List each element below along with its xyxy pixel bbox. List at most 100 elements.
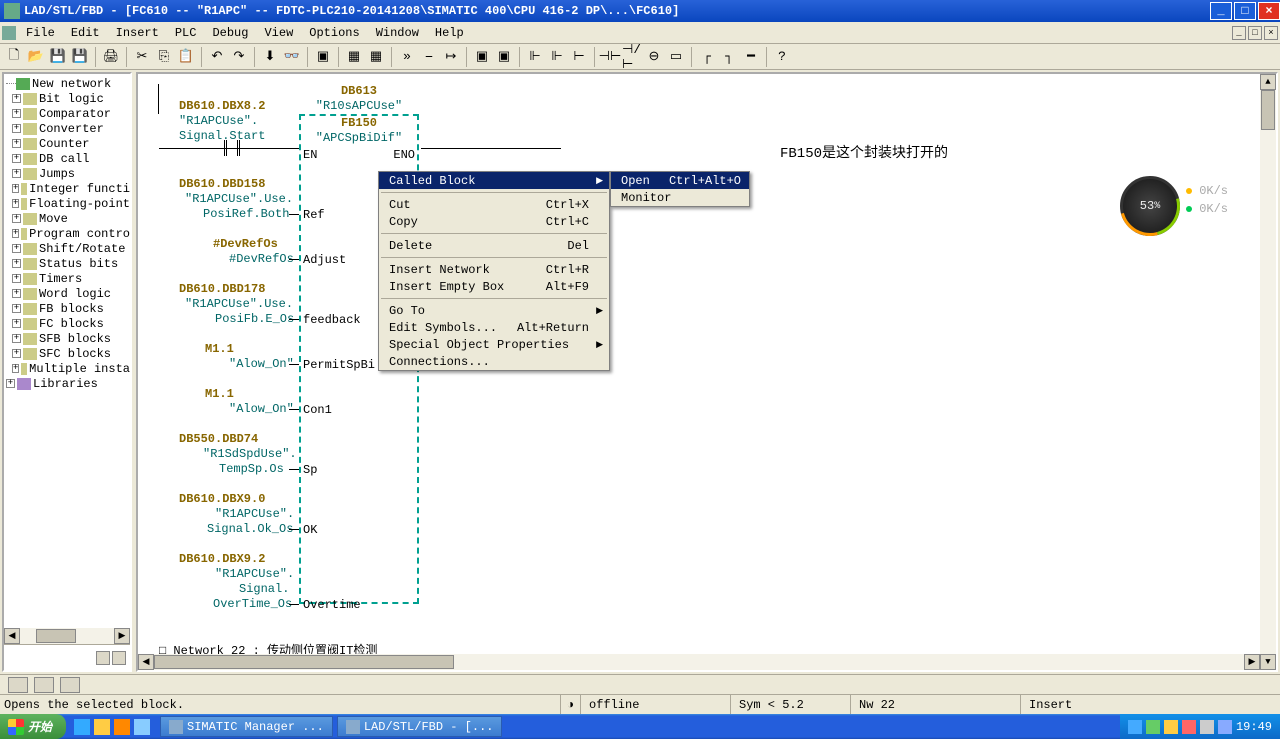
- copy-icon[interactable]: ⎘: [154, 47, 174, 67]
- tree-item[interactable]: DB call: [39, 152, 89, 166]
- expand-icon[interactable]: +: [12, 229, 19, 238]
- menu-goto[interactable]: Go To▶: [379, 302, 609, 319]
- contact-no-icon[interactable]: ⊣⊢: [600, 47, 620, 67]
- download-icon[interactable]: ⬇: [260, 47, 280, 67]
- menu-file[interactable]: File: [18, 24, 63, 42]
- expand-icon[interactable]: +: [12, 244, 21, 253]
- menu-copy[interactable]: CopyCtrl+C: [379, 213, 609, 230]
- menu-view[interactable]: View: [256, 24, 301, 42]
- taskbar-button[interactable]: SIMATIC Manager ...: [160, 716, 333, 737]
- lad-editor[interactable]: DB613 DB610.DBX8.2 "R10sAPCUse" "R1APCUs…: [136, 72, 1278, 672]
- tree-hscroll[interactable]: ◀ ▶: [4, 628, 130, 644]
- tb7-icon[interactable]: ▣: [494, 47, 514, 67]
- tree-item[interactable]: SFB blocks: [39, 332, 111, 346]
- tree-libraries[interactable]: Libraries: [33, 377, 98, 391]
- scroll-right-icon[interactable]: ▶: [1244, 654, 1260, 670]
- menu-options[interactable]: Options: [301, 24, 367, 42]
- tb5-icon[interactable]: ↦: [441, 47, 461, 67]
- tray-icon[interactable]: [1164, 720, 1178, 734]
- expand-icon[interactable]: +: [12, 274, 21, 283]
- paste-icon[interactable]: 📋: [176, 47, 196, 67]
- monitor-icon[interactable]: 👓: [282, 47, 302, 67]
- tray-icon[interactable]: [1218, 720, 1232, 734]
- tree-item[interactable]: Floating-point: [29, 197, 130, 211]
- conn-icon[interactable]: ━: [741, 47, 761, 67]
- menu-window[interactable]: Window: [368, 24, 427, 42]
- tb1-icon[interactable]: ▦: [344, 47, 364, 67]
- scroll-right-icon[interactable]: ▶: [114, 628, 130, 644]
- expand-icon[interactable]: +: [12, 169, 21, 178]
- view-tab-icon[interactable]: [8, 677, 28, 693]
- close-button[interactable]: ×: [1258, 2, 1280, 20]
- scroll-left-icon[interactable]: ◀: [138, 654, 154, 670]
- tree-item[interactable]: Jumps: [39, 167, 75, 181]
- catalog-icon[interactable]: ▣: [313, 47, 333, 67]
- menu-delete[interactable]: DeleteDel: [379, 237, 609, 254]
- tb8-icon[interactable]: ⊩: [525, 47, 545, 67]
- menu-special-props[interactable]: Special Object Properties▶: [379, 336, 609, 353]
- new-icon[interactable]: 🗋: [4, 47, 24, 67]
- help-icon[interactable]: ?: [772, 47, 792, 67]
- catalog-btn-icon[interactable]: [112, 651, 126, 665]
- scroll-left-icon[interactable]: ◀: [4, 628, 20, 644]
- catalog-btn-icon[interactable]: [96, 651, 110, 665]
- box-icon[interactable]: ▭: [666, 47, 686, 67]
- canvas-vscroll[interactable]: ▲ ▼: [1260, 74, 1276, 670]
- expand-icon[interactable]: +: [12, 319, 21, 328]
- mdi-max[interactable]: □: [1248, 26, 1262, 40]
- menu-connections[interactable]: Connections...: [379, 353, 609, 370]
- tree-item[interactable]: SFC blocks: [39, 347, 111, 361]
- expand-icon[interactable]: +: [12, 334, 21, 343]
- scroll-thumb[interactable]: [1261, 90, 1275, 130]
- menu-debug[interactable]: Debug: [204, 24, 256, 42]
- mdi-min[interactable]: _: [1232, 26, 1246, 40]
- tb2-icon[interactable]: ▦: [366, 47, 386, 67]
- view-tab-icon[interactable]: [60, 677, 80, 693]
- tree-item[interactable]: Bit logic: [39, 92, 104, 106]
- tree-item[interactable]: FC blocks: [39, 317, 104, 331]
- expand-icon[interactable]: +: [12, 364, 19, 373]
- tree-item[interactable]: Multiple insta: [29, 362, 130, 376]
- expand-icon[interactable]: +: [12, 304, 21, 313]
- expand-icon[interactable]: +: [12, 349, 21, 358]
- menu-insert-network[interactable]: Insert NetworkCtrl+R: [379, 261, 609, 278]
- tree-item[interactable]: Counter: [39, 137, 89, 151]
- expand-icon[interactable]: +: [12, 154, 21, 163]
- expand-icon[interactable]: +: [12, 94, 21, 103]
- coil-icon[interactable]: ⊖: [644, 47, 664, 67]
- menu-called-block[interactable]: Called Block▶: [379, 172, 609, 189]
- taskbar-button[interactable]: LAD/STL/FBD - [...: [337, 716, 503, 737]
- save-icon[interactable]: 💾: [48, 47, 68, 67]
- minimize-button[interactable]: _: [1210, 2, 1232, 20]
- tb10-icon[interactable]: ⊢: [569, 47, 589, 67]
- branch-open-icon[interactable]: ┌: [697, 47, 717, 67]
- ie-icon[interactable]: [74, 719, 90, 735]
- menu-insert[interactable]: Insert: [108, 24, 167, 42]
- undo-icon[interactable]: ↶: [207, 47, 227, 67]
- tb4-icon[interactable]: ⎯: [419, 47, 439, 67]
- expand-icon[interactable]: +: [12, 214, 21, 223]
- expand-icon[interactable]: +: [6, 379, 15, 388]
- tray-icon[interactable]: [1182, 720, 1196, 734]
- expand-icon[interactable]: +: [12, 109, 21, 118]
- mdi-close[interactable]: ×: [1264, 26, 1278, 40]
- open-icon[interactable]: 📂: [26, 47, 46, 67]
- expand-icon[interactable]: +: [12, 124, 21, 133]
- menu-insert-empty-box[interactable]: Insert Empty BoxAlt+F9: [379, 278, 609, 295]
- firefox-icon[interactable]: [114, 719, 130, 735]
- tree-item[interactable]: Timers: [39, 272, 82, 286]
- menu-cut[interactable]: CutCtrl+X: [379, 196, 609, 213]
- expand-icon[interactable]: +: [12, 289, 21, 298]
- tree-item[interactable]: Integer functi: [29, 182, 130, 196]
- tree-item[interactable]: Word logic: [39, 287, 111, 301]
- view-tab-icon[interactable]: [34, 677, 54, 693]
- expand-icon[interactable]: +: [12, 184, 19, 193]
- tree-item[interactable]: Comparator: [39, 107, 111, 121]
- expand-icon[interactable]: +: [12, 259, 21, 268]
- scroll-thumb[interactable]: [36, 629, 76, 643]
- tree-item[interactable]: Shift/Rotate: [39, 242, 125, 256]
- scroll-up-icon[interactable]: ▲: [1260, 74, 1276, 90]
- tray-icon[interactable]: [1200, 720, 1214, 734]
- expand-icon[interactable]: +: [12, 199, 19, 208]
- maximize-button[interactable]: □: [1234, 2, 1256, 20]
